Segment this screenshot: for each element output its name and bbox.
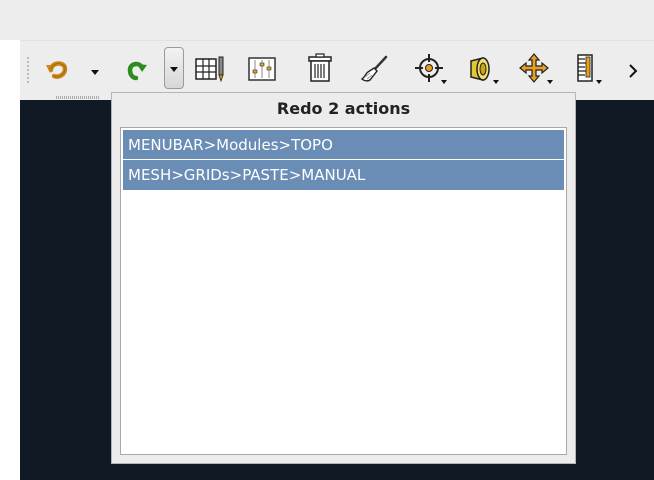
list-item[interactable]: MENUBAR>Modules>TOPO xyxy=(123,130,564,160)
undo-dropdown-button[interactable] xyxy=(88,64,102,78)
delete-button[interactable] xyxy=(302,50,338,88)
more-chevron-icon xyxy=(626,64,640,86)
redo-button[interactable] xyxy=(118,50,152,88)
application-window: Redo 2 actions MENUBAR>Modules>TOPO MESH… xyxy=(0,0,654,480)
undo-icon xyxy=(43,54,73,84)
trash-icon xyxy=(305,53,335,85)
redo-dropdown-button[interactable] xyxy=(164,47,184,89)
brush-button[interactable] xyxy=(356,50,392,88)
undo-button[interactable] xyxy=(42,50,74,88)
grid-settings-button[interactable] xyxy=(244,50,280,88)
ruler-button[interactable] xyxy=(570,50,606,88)
crosshair-select-icon xyxy=(413,52,449,86)
move-button[interactable] xyxy=(516,50,556,88)
brush-icon xyxy=(358,53,390,85)
list-item[interactable]: MESH>GRIDs>PASTE>MANUAL xyxy=(123,160,564,190)
toolbar-grip-bottom xyxy=(56,96,100,99)
zoom-icon xyxy=(465,52,501,86)
redo-history-popup: Redo 2 actions MENUBAR>Modules>TOPO MESH… xyxy=(111,92,576,464)
popup-title: Redo 2 actions xyxy=(276,99,411,118)
grid-edit-icon xyxy=(193,54,227,84)
redo-actions-list[interactable]: MENUBAR>Modules>TOPO MESH>GRIDs>PASTE>MA… xyxy=(120,127,567,455)
ruler-icon xyxy=(572,52,604,86)
redo-icon xyxy=(120,54,150,84)
grid-edit-button[interactable] xyxy=(192,50,228,88)
toolbar-grip-handle[interactable] xyxy=(26,56,30,84)
grid-settings-icon xyxy=(246,54,278,84)
toolbar-overflow-button[interactable] xyxy=(626,60,640,82)
move-icon xyxy=(517,52,555,86)
zoom-button[interactable] xyxy=(464,50,502,88)
menu-bar xyxy=(0,0,654,40)
redo-dropdown-arrow-icon xyxy=(167,61,181,80)
pick-button[interactable] xyxy=(412,50,450,88)
undo-dropdown-arrow-icon xyxy=(88,64,102,83)
